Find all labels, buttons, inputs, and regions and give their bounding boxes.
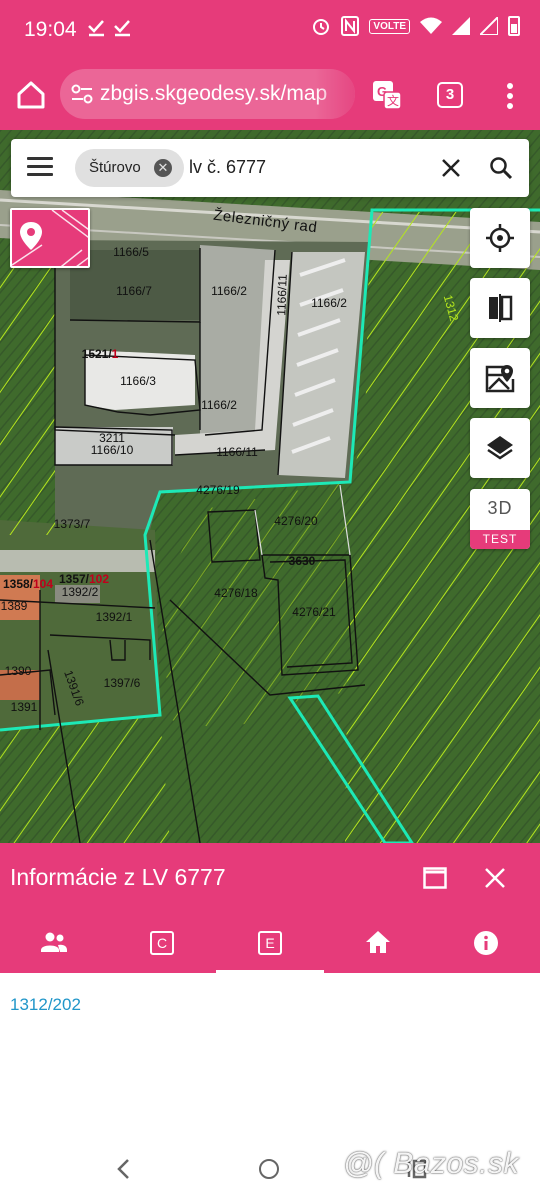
parcel-label[interactable]: 1166/7 [116, 284, 152, 298]
layers-icon [487, 436, 513, 460]
parcel-label-suffix: 104 [33, 577, 54, 591]
parcel-label-main: 1357/ [58, 572, 89, 586]
parcel-label[interactable]: 1391 [11, 700, 38, 714]
parcel-label[interactable]: 1397/6 [104, 676, 141, 690]
parcel-label-split[interactable]: 1357/102 [59, 572, 109, 586]
info-panel-content: 1312/202 [0, 973, 540, 1133]
site-settings-icon[interactable] [70, 83, 94, 105]
parcel-label[interactable]: 4276/21 [292, 605, 335, 619]
parcel-label[interactable]: 4276/18 [214, 586, 257, 600]
parcel-label[interactable]: 1166/11 [216, 445, 258, 459]
info-panel-header: Informácie z LV 6777 [0, 843, 540, 911]
map-marker-icon [485, 365, 515, 393]
letter-e-icon: E [258, 931, 282, 955]
parcel-label[interactable]: 3630 [289, 554, 316, 568]
parcel-label[interactable]: 4276/20 [274, 514, 317, 528]
parcel-label[interactable]: 1166/11 [274, 274, 289, 316]
close-icon[interactable] [484, 867, 506, 889]
map-search-button[interactable] [470, 348, 530, 408]
signal-icon [480, 17, 498, 35]
tab-owners[interactable] [0, 911, 108, 973]
parcel-label[interactable]: 1166/5 [113, 245, 149, 259]
overflow-menu-icon[interactable] [498, 80, 522, 112]
parcel-label[interactable]: 1166/2 [211, 284, 247, 298]
people-icon [41, 932, 67, 952]
search-icon[interactable] [489, 156, 513, 180]
parcel-label[interactable]: 4276/19 [196, 483, 239, 497]
hamburger-menu-icon[interactable] [27, 157, 53, 179]
parcel-label[interactable]: 1373/7 [54, 517, 91, 531]
tab-c-register[interactable]: C [108, 911, 216, 973]
tab-switcher-button[interactable]: 3 [437, 82, 463, 108]
home-nav-icon[interactable] [259, 1159, 279, 1179]
parcel-label[interactable]: 1389 [1, 599, 28, 613]
search-input[interactable]: lv č. 6777 [189, 157, 266, 178]
parcel-label[interactable]: 1392/1 [96, 610, 133, 624]
chip-remove-icon[interactable]: ✕ [154, 159, 172, 177]
municipality-chip[interactable]: Štúrovo ✕ [75, 149, 184, 187]
watermark: @( Bazos.sk [343, 1147, 519, 1180]
letter-c-icon: C [150, 931, 174, 955]
url-text: zbgis.skgeodesy.sk/map [100, 82, 328, 105]
status-bar: 19:04 VOLTE [0, 0, 540, 62]
url-bar[interactable]: zbgis.skgeodesy.sk/map [60, 69, 355, 119]
info-icon [474, 931, 498, 955]
parcel-label-main: 1521/ [81, 347, 112, 361]
download-check-icons [86, 16, 134, 44]
compare-icon [489, 294, 513, 322]
parcel-label-split[interactable]: 1358/104 [3, 577, 53, 591]
status-time: 19:04 [24, 18, 77, 41]
translate-icon[interactable]: G 文 [372, 80, 402, 110]
layers-button[interactable] [470, 418, 530, 478]
parcel-label[interactable]: 1166/2 [201, 398, 237, 412]
parcel-label[interactable]: 1166/2 [311, 296, 347, 310]
search-bar: Štúrovo ✕ lv č. 6777 [11, 139, 529, 197]
status-icons: VOLTE [311, 16, 520, 36]
parcel-label-main: 1358/ [2, 577, 33, 591]
maximize-icon[interactable] [423, 867, 447, 889]
home-icon[interactable] [12, 76, 50, 114]
house-icon [366, 931, 390, 953]
info-panel-tabs: C E [0, 911, 540, 973]
alarm-icon [313, 19, 330, 35]
battery-icon [508, 16, 520, 36]
check-download-icon [88, 20, 130, 37]
panel-title: Informácie z LV 6777 [10, 864, 226, 890]
system-nav-bar: @( Bazos.sk [0, 1133, 540, 1200]
tab-buildings[interactable] [324, 911, 432, 973]
tab-info[interactable] [432, 911, 540, 973]
crosshair-icon [486, 224, 514, 252]
test-badge: TEST [470, 530, 530, 549]
browser-toolbar: zbgis.skgeodesy.sk/map G 文 3 [0, 62, 540, 130]
basemap-switch-thumbnail[interactable] [10, 208, 90, 268]
parcel-link[interactable]: 1312/202 [10, 995, 81, 1015]
nfc-icon [341, 16, 360, 36]
tab-e-register[interactable]: E [216, 911, 324, 973]
3d-label: 3D [487, 498, 513, 518]
svg-text:文: 文 [387, 93, 399, 108]
parcel-label-suffix: 1 [111, 347, 119, 361]
parcel-label-suffix: 102 [89, 572, 110, 586]
chip-label: Štúrovo [89, 159, 141, 176]
signal-icon [452, 17, 470, 35]
3d-view-button[interactable]: 3D TEST [470, 489, 530, 549]
back-icon[interactable] [115, 1158, 131, 1180]
my-location-button[interactable] [470, 208, 530, 268]
parcel-label[interactable]: 1166/10 [91, 443, 134, 457]
volte-badge: VOLTE [369, 18, 410, 34]
close-icon[interactable] [439, 156, 463, 180]
compare-maps-button[interactable] [470, 278, 530, 338]
parcel-label-split[interactable]: 1521/1 [82, 347, 119, 361]
parcel-label[interactable]: 1166/3 [120, 374, 156, 388]
url-fade [315, 69, 355, 119]
parcel-label[interactable]: 1392/2 [62, 585, 99, 599]
wifi-icon [420, 17, 442, 34]
parcel-label[interactable]: 1390 [5, 664, 32, 678]
map-pin-icon [12, 210, 88, 266]
